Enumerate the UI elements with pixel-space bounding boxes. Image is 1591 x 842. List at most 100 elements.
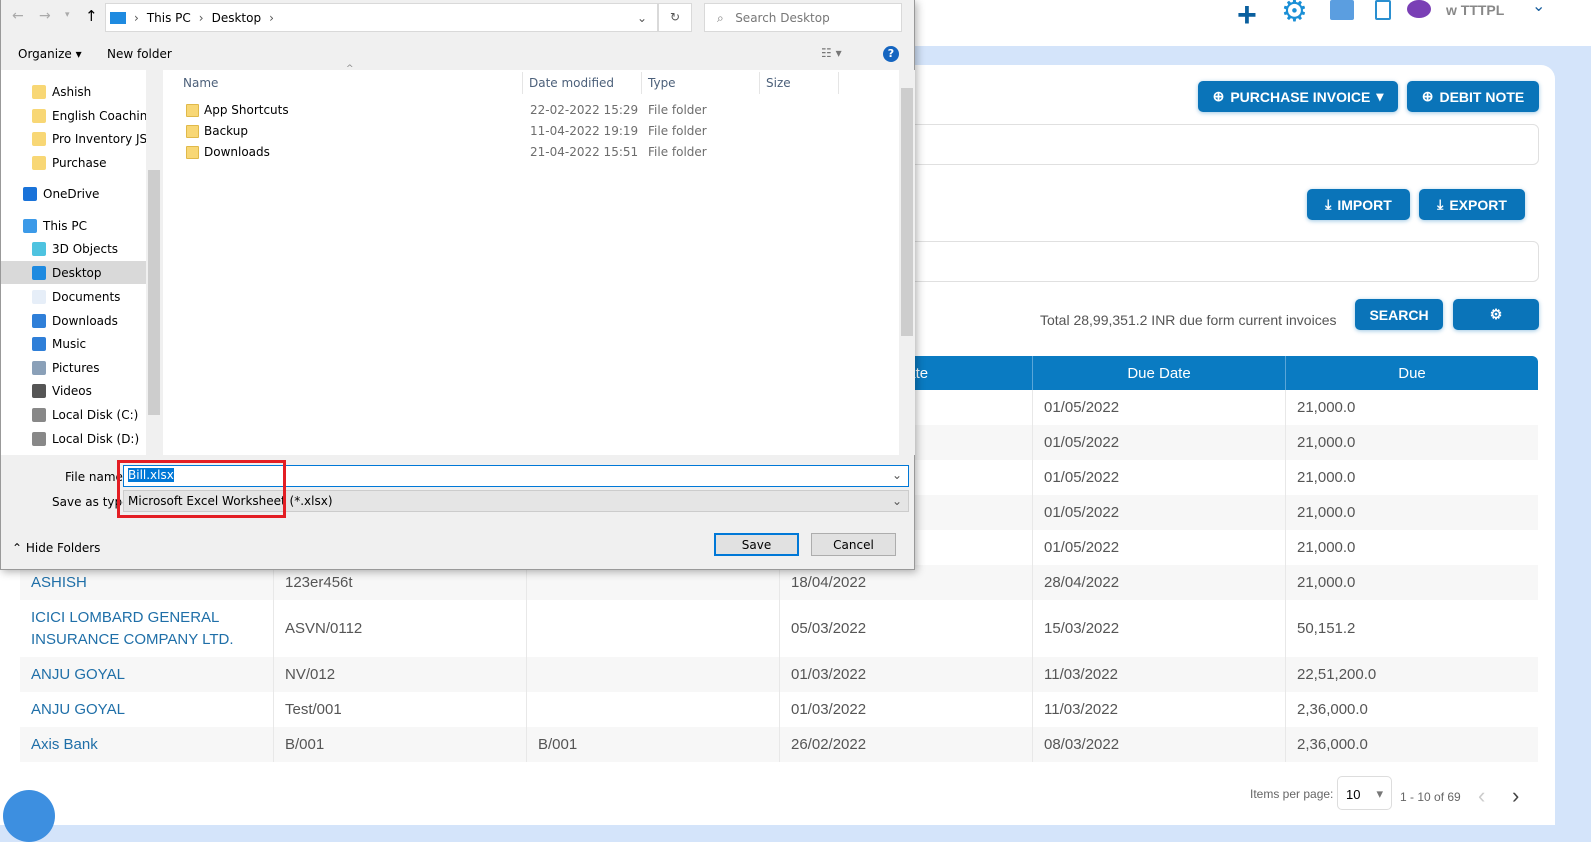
debit-note-button[interactable]: ⊕ DEBIT NOTE: [1407, 81, 1539, 112]
up-button[interactable]: ↑: [85, 7, 98, 25]
nav-item[interactable]: Ashish: [1, 80, 146, 103]
table-cell: 01/05/2022: [1032, 530, 1285, 565]
drive-icon: [32, 431, 46, 446]
nav-item[interactable]: Pictures: [1, 356, 146, 379]
table-cell: 01/05/2022: [1032, 390, 1285, 425]
nav-item-label: Desktop: [52, 265, 102, 280]
back-button[interactable]: ←: [12, 8, 24, 24]
save-as-dialog: ← → ▾ ↑ › This PC › Desktop › ⌄ ↻ ⌕ Sear…: [0, 0, 915, 570]
filter-field[interactable]: [900, 124, 1539, 165]
nav-item[interactable]: Videos: [1, 379, 146, 402]
nav-item[interactable]: 3D Objects: [1, 237, 146, 260]
nav-item[interactable]: Downloads: [1, 309, 146, 332]
new-badge-icon[interactable]: [1407, 0, 1431, 18]
nav-item[interactable]: Desktop: [1, 261, 146, 284]
breadcrumb-desktop[interactable]: Desktop: [212, 11, 262, 25]
nav-item[interactable]: Pro Inventory JSON: [1, 127, 146, 150]
caret-down-icon: ▾: [1376, 786, 1383, 801]
drive-icon: [32, 407, 46, 422]
page-range: 1 - 10 of 69: [1400, 790, 1461, 804]
nav-item[interactable]: English Coaching: [1, 104, 146, 127]
nav-item-label: Local Disk (D:): [52, 431, 140, 446]
nav-item-label: 3D Objects: [52, 241, 119, 256]
settings-button[interactable]: ⚙: [1453, 299, 1539, 330]
vendor-name-link[interactable]: ASHISH: [20, 565, 273, 600]
new-folder-button[interactable]: New folder: [107, 47, 172, 61]
nav-item[interactable]: Documents: [1, 285, 146, 308]
cube-icon: [32, 241, 46, 256]
help-icon[interactable]: ?: [883, 46, 899, 62]
apps-fab-button[interactable]: [3, 790, 55, 842]
file-row[interactable]: Downloads 21-04-2022 15:51 File folder: [183, 142, 883, 163]
nav-item[interactable]: Local Disk (D:): [1, 427, 146, 450]
next-page-button[interactable]: ›: [1512, 783, 1519, 809]
view-options-icon[interactable]: ☷ ▾: [821, 46, 842, 60]
nav-item[interactable]: This PC: [1, 214, 146, 237]
chevron-down-icon[interactable]: ⌄: [637, 11, 647, 25]
search-button[interactable]: SEARCH: [1355, 299, 1443, 330]
table-cell: B/001: [273, 727, 526, 762]
export-button[interactable]: ⤓ EXPORT: [1419, 189, 1525, 220]
column-header-size[interactable]: Size: [760, 72, 839, 94]
table-cell: 05/03/2022: [779, 600, 1032, 657]
cancel-button[interactable]: Cancel: [811, 533, 896, 556]
organize-button[interactable]: Organize ▾: [18, 47, 82, 61]
desktop-icon: [110, 11, 126, 24]
column-header-name[interactable]: Name: [177, 72, 523, 94]
total-due-summary: Total 28,99,351.2 INR due form current i…: [1040, 312, 1337, 328]
table-cell: 01/03/2022: [779, 692, 1032, 727]
nav-item-label: Documents: [52, 289, 121, 304]
nav-item[interactable]: OneDrive: [1, 182, 146, 205]
vendor-name-link[interactable]: ANJU GOYAL: [20, 657, 273, 692]
vendor-name-link[interactable]: Axis Bank: [20, 727, 273, 762]
table-cell: 01/03/2022: [779, 657, 1032, 692]
chevron-down-icon[interactable]: ⌄: [892, 468, 902, 482]
address-bar[interactable]: › This PC › Desktop › ⌄: [105, 3, 658, 32]
document-icon[interactable]: [1375, 0, 1391, 20]
gear-icon[interactable]: ⚙: [1281, 0, 1308, 29]
table-cell: 2,36,000.0: [1285, 692, 1538, 727]
column-header[interactable]: Due Date: [1032, 356, 1285, 390]
account-name[interactable]: w TTTPL: [1446, 2, 1504, 18]
folder-icon: [32, 84, 46, 99]
nav-item[interactable]: Local Disk (C:): [1, 403, 146, 426]
file-row[interactable]: App Shortcuts 22-02-2022 15:29 File folder: [183, 100, 883, 121]
purchase-invoice-button[interactable]: ⊕ PURCHASE INVOICE ▾: [1198, 81, 1398, 112]
table-cell: 26/02/2022: [779, 727, 1032, 762]
file-row[interactable]: Backup 11-04-2022 19:19 File folder: [183, 121, 883, 142]
calculator-icon[interactable]: [1330, 0, 1354, 20]
download-icon: [32, 313, 46, 328]
table-cell: 21,000.0: [1285, 425, 1538, 460]
caret-down-icon: ▾: [1376, 88, 1384, 104]
file-name: App Shortcuts: [204, 103, 289, 117]
table-cell: 2,36,000.0: [1285, 727, 1538, 762]
plus-icon[interactable]: +: [1237, 0, 1257, 35]
nav-item[interactable]: Music: [1, 332, 146, 355]
nav-item[interactable]: Purchase: [1, 151, 146, 174]
save-button[interactable]: Save: [714, 533, 799, 556]
vendor-name-link[interactable]: ANJU GOYAL: [20, 692, 273, 727]
table-cell: 21,000.0: [1285, 565, 1538, 600]
column-header-type[interactable]: Type: [642, 72, 760, 94]
column-header-date-modified[interactable]: Date modified: [523, 72, 642, 94]
breadcrumb-this-pc[interactable]: This PC: [147, 11, 191, 25]
column-header[interactable]: Due: [1285, 356, 1538, 390]
nav-item-label: English Coaching: [52, 108, 146, 123]
nav-scrollbar[interactable]: [146, 70, 162, 455]
table-cell: [526, 692, 779, 727]
forward-button[interactable]: →: [39, 8, 51, 24]
import-button[interactable]: ⤓ IMPORT: [1307, 189, 1410, 220]
search-desktop-input[interactable]: ⌕ Search Desktop: [704, 3, 902, 32]
hide-folders-button[interactable]: ⌃ Hide Folders: [12, 541, 100, 555]
folder-icon: [186, 146, 199, 159]
recent-locations-icon[interactable]: ▾: [65, 10, 70, 20]
table-cell: 21,000.0: [1285, 390, 1538, 425]
chevron-down-icon: ⌄: [891, 494, 902, 508]
file-scrollbar[interactable]: [899, 70, 915, 455]
previous-page-button[interactable]: ‹: [1478, 783, 1485, 809]
refresh-button[interactable]: ↻: [658, 3, 692, 32]
search-field[interactable]: [900, 241, 1539, 282]
vendor-name-link[interactable]: ICICI LOMBARD GENERAL INSURANCE COMPANY …: [20, 600, 273, 657]
chevron-down-icon[interactable]: ⌄: [1532, 0, 1545, 16]
items-per-page-select[interactable]: 10 ▾: [1337, 776, 1392, 810]
